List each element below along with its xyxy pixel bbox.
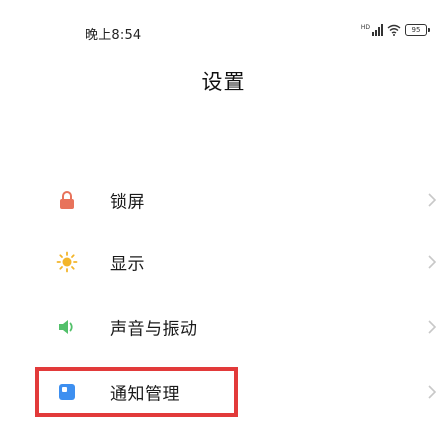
wifi-icon [387,24,401,36]
settings-item-label: 声音与振动 [110,319,198,340]
settings-item-label: 显示 [110,254,145,275]
chevron-right-icon [428,255,437,269]
chevron-right-icon [428,320,437,334]
page-title: 设置 [201,70,246,94]
settings-item-sound-vibration[interactable]: 声音与振动 [0,297,447,357]
settings-item-display[interactable]: 显示 [0,232,447,292]
status-time: 晚上8:54 [85,28,142,43]
status-bar: 晚上8:54 HD 95 [0,0,447,70]
battery-icon: 95 [405,24,430,36]
hd-label: HD [360,24,370,31]
signal-icon: HD [361,24,383,36]
settings-item-label: 锁屏 [110,192,145,213]
sun-icon [56,251,78,273]
status-icons: HD 95 [361,24,430,36]
highlight-box [35,367,238,417]
lock-icon [56,189,78,211]
chevron-right-icon [428,193,437,207]
settings-item-lock-screen[interactable]: 锁屏 [0,170,447,230]
speaker-icon [56,316,78,338]
chevron-right-icon [428,385,437,399]
